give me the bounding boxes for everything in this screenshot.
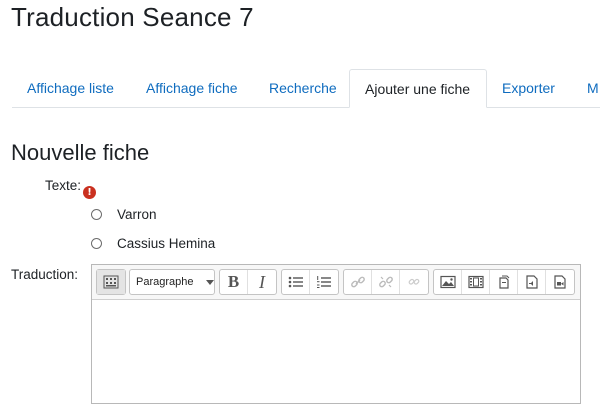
tab-bar: Affichage liste Affichage fiche Recherch…	[12, 69, 600, 108]
ordered-list-button[interactable]	[310, 270, 338, 294]
toolbar-group-toggle	[96, 269, 126, 295]
format-select-control[interactable]: Paragraphe	[130, 270, 220, 294]
form-title: Nouvelle fiche	[11, 140, 150, 165]
link-button[interactable]	[344, 270, 372, 294]
image-icon	[439, 275, 456, 289]
video-file-icon	[554, 275, 566, 289]
audio-file-icon	[525, 275, 538, 289]
format-select[interactable]: Paragraphe	[129, 269, 215, 295]
tab-more[interactable]: M	[587, 69, 599, 107]
numbered-list-icon	[317, 276, 331, 288]
toolbar-group-lists	[281, 269, 339, 295]
toolbar-toggle-icon[interactable]	[97, 270, 125, 294]
tab-recherche[interactable]: Recherche	[269, 69, 337, 107]
chevron-down-icon	[205, 279, 214, 285]
radio-option-varron[interactable]: Varron	[91, 206, 157, 222]
radio-button[interactable]	[91, 208, 102, 220]
texte-label: Texte:	[45, 178, 82, 193]
unlink-button[interactable]	[372, 270, 400, 294]
tab-affichage-liste[interactable]: Affichage liste	[27, 69, 114, 107]
video-icon	[467, 275, 484, 289]
toolbar-group-links	[343, 269, 429, 295]
format-select-value: Paragraphe	[136, 276, 194, 288]
tab-exporter[interactable]: Exporter	[502, 69, 555, 107]
editor-toolbar: Paragraphe B I	[92, 265, 580, 300]
unordered-list-button[interactable]	[282, 270, 310, 294]
anchor-link-icon	[408, 278, 420, 285]
insert-image-button[interactable]	[434, 270, 462, 294]
insert-media-button[interactable]	[462, 270, 490, 294]
toolbar-group-text: B I	[219, 269, 277, 295]
bold-icon: B	[227, 272, 240, 291]
insert-audio-button[interactable]	[518, 270, 546, 294]
radio-label: Varron	[117, 206, 157, 222]
tab-ajouter-une-fiche[interactable]: Ajouter une fiche	[349, 69, 487, 108]
required-icon: !	[83, 186, 96, 199]
italic-button[interactable]: I	[248, 270, 276, 294]
rich-text-editor: Paragraphe B I	[91, 264, 581, 404]
traduction-label: Traduction:	[11, 267, 79, 282]
italic-icon: I	[259, 271, 265, 292]
manage-files-button[interactable]	[490, 270, 518, 294]
toolbar-group-media	[433, 269, 575, 295]
page-title: Traduction Seance 7	[11, 2, 254, 32]
files-icon	[498, 275, 509, 289]
anchor-button[interactable]	[400, 270, 428, 294]
radio-option-cassius-hemina[interactable]: Cassius Hemina	[91, 235, 215, 251]
record-video-button[interactable]	[546, 270, 574, 294]
link-icon	[350, 276, 365, 288]
radio-label: Cassius Hemina	[117, 235, 216, 251]
bold-button[interactable]: B	[220, 270, 248, 294]
editor-content-area[interactable]	[92, 300, 580, 404]
tab-affichage-fiche[interactable]: Affichage fiche	[146, 69, 238, 107]
unlink-icon	[378, 276, 393, 288]
radio-button[interactable]	[91, 237, 102, 249]
bullet-list-icon	[288, 276, 303, 288]
